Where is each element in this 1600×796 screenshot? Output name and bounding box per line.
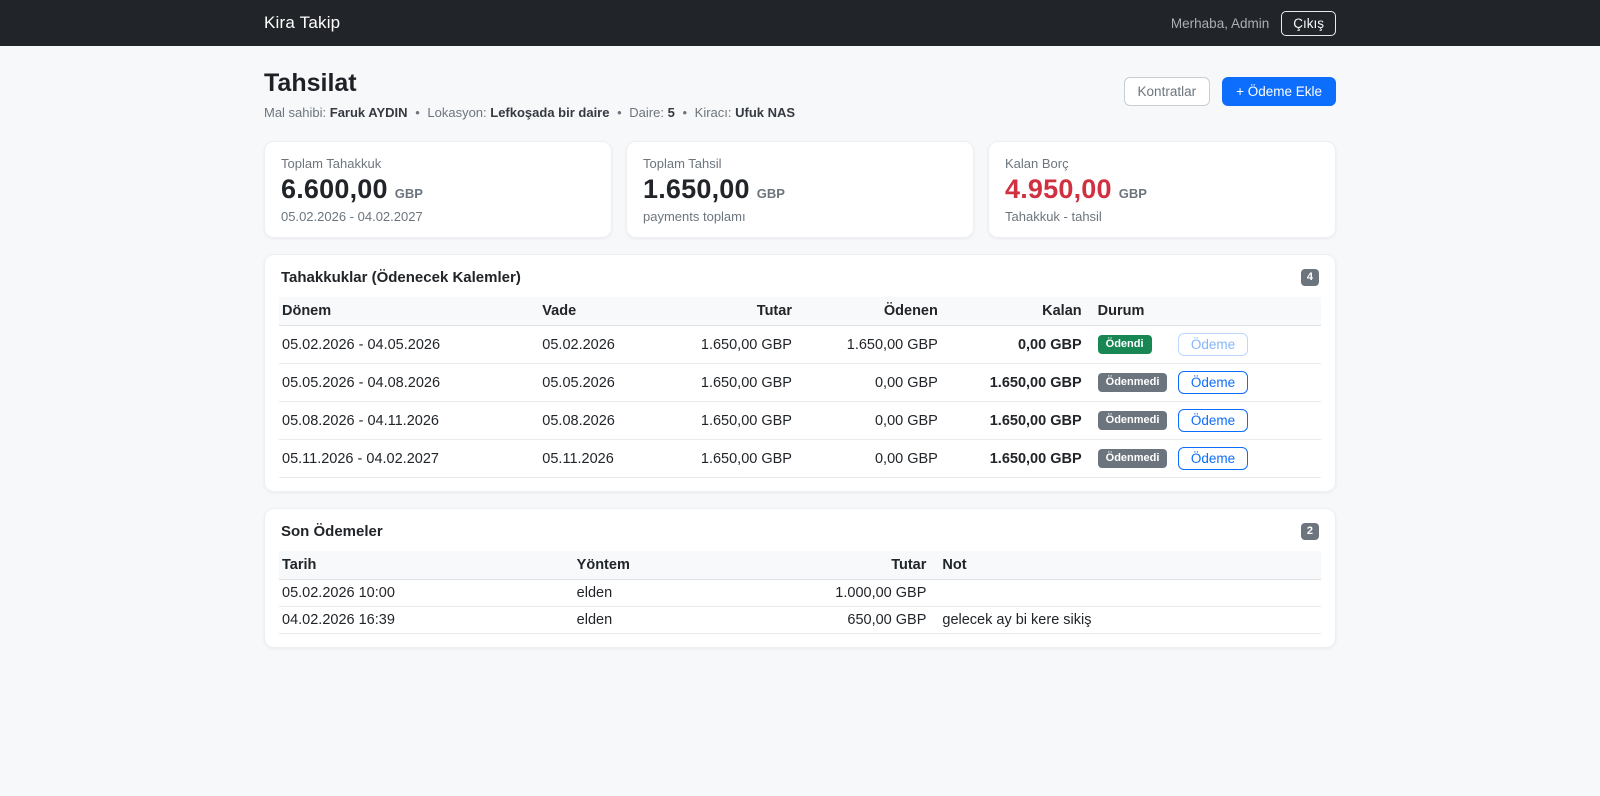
location-label: Lokasyon: [427, 105, 486, 120]
total-collected-amount: 1.650,00 [643, 174, 750, 205]
remaining-debt-sub: Tahakkuk - tahsil [1005, 209, 1319, 224]
remaining-debt-amount: 4.950,00 [1005, 174, 1112, 205]
property-meta: Mal sahibi: Faruk AYDIN • Lokasyon: Lefk… [264, 105, 795, 120]
add-payment-button[interactable]: + Ödeme Ekle [1222, 77, 1336, 106]
status-badge: Ödendi [1098, 335, 1152, 354]
pay-button[interactable]: Ödeme [1178, 409, 1248, 432]
app-brand[interactable]: Kira Takip [264, 13, 340, 33]
period-cell: 05.05.2026 - 04.08.2026 [279, 364, 534, 402]
payment-row: 05.02.2026 10:00 elden 1.000,00 GBP [279, 580, 1321, 607]
due-cell: 05.08.2026 [534, 402, 675, 440]
amount-cell: 650,00 GBP [794, 607, 935, 634]
accruals-title: Tahakkuklar (Ödenecek Kalemler) [281, 269, 521, 286]
note-cell [934, 580, 1321, 607]
accrual-row: 05.11.2026 - 04.02.2027 05.11.2026 1.650… [279, 440, 1321, 478]
location-value: Lefkoşada bir daire [490, 105, 609, 120]
paid-cell: 1.650,00 GBP [800, 326, 946, 364]
col-period: Dönem [279, 297, 534, 326]
payment-row: 04.02.2026 16:39 elden 650,00 GBP gelece… [279, 607, 1321, 634]
period-cell: 05.11.2026 - 04.02.2027 [279, 440, 534, 478]
page-header: Tahsilat Mal sahibi: Faruk AYDIN • Lokas… [264, 69, 1336, 120]
remaining-debt-label: Kalan Borç [1005, 156, 1319, 171]
remaining-cell: 1.650,00 GBP [946, 440, 1090, 478]
note-cell: gelecek ay bi kere sikiş [934, 607, 1321, 634]
total-accrued-card: Toplam Tahakkuk 6.600,00 GBP 05.02.2026 … [264, 141, 612, 238]
top-navbar: Kira Takip Merhaba, Admin Çıkış [0, 0, 1600, 46]
remaining-debt-currency: GBP [1119, 186, 1147, 201]
page-title: Tahsilat [264, 69, 795, 98]
amount-cell: 1.650,00 GBP [675, 364, 800, 402]
payments-title: Son Ödemeler [281, 523, 383, 540]
paid-cell: 0,00 GBP [800, 440, 946, 478]
status-badge: Ödenmedi [1098, 411, 1168, 430]
remaining-cell: 1.650,00 GBP [946, 402, 1090, 440]
amount-cell: 1.650,00 GBP [675, 440, 800, 478]
pay-button[interactable]: Ödeme [1178, 371, 1248, 394]
col-due: Vade [534, 297, 675, 326]
total-collected-card: Toplam Tahsil 1.650,00 GBP payments topl… [626, 141, 974, 238]
remaining-cell: 0,00 GBP [946, 326, 1090, 364]
amount-cell: 1.650,00 GBP [675, 402, 800, 440]
accrual-row: 05.02.2026 - 04.05.2026 05.02.2026 1.650… [279, 326, 1321, 364]
total-accrued-sub: 05.02.2026 - 04.02.2027 [281, 209, 595, 224]
paid-cell: 0,00 GBP [800, 364, 946, 402]
col-method: Yöntem [569, 551, 794, 580]
tenant-label: Kiracı: [695, 105, 732, 120]
meta-separator: • [617, 105, 622, 120]
amount-cell: 1.650,00 GBP [675, 326, 800, 364]
col-paid: Ödenen [800, 297, 946, 326]
due-cell: 05.05.2026 [534, 364, 675, 402]
payments-count-badge: 2 [1301, 523, 1319, 540]
amount-cell: 1.000,00 GBP [794, 580, 935, 607]
status-badge: Ödenmedi [1098, 449, 1168, 468]
summary-cards: Toplam Tahakkuk 6.600,00 GBP 05.02.2026 … [264, 141, 1336, 238]
total-collected-currency: GBP [757, 186, 785, 201]
col-actions [1170, 297, 1321, 326]
col-amount: Tutar [675, 297, 800, 326]
logout-button[interactable]: Çıkış [1281, 11, 1336, 36]
unit-value: 5 [668, 105, 675, 120]
total-collected-label: Toplam Tahsil [643, 156, 957, 171]
tenant-value: Ufuk NAS [735, 105, 795, 120]
total-accrued-amount: 6.600,00 [281, 174, 388, 205]
unit-label: Daire: [629, 105, 664, 120]
payments-card: Son Ödemeler 2 Tarih Yöntem Tutar Not 05… [264, 508, 1336, 648]
method-cell: elden [569, 607, 794, 634]
col-amount: Tutar [794, 551, 935, 580]
remaining-cell: 1.650,00 GBP [946, 364, 1090, 402]
payments-table: Tarih Yöntem Tutar Not 05.02.2026 10:00 … [279, 551, 1321, 634]
remaining-debt-card: Kalan Borç 4.950,00 GBP Tahakkuk - tahsi… [988, 141, 1336, 238]
meta-separator: • [682, 105, 687, 120]
status-badge: Ödenmedi [1098, 373, 1168, 392]
due-cell: 05.02.2026 [534, 326, 675, 364]
col-status: Durum [1090, 297, 1170, 326]
col-date: Tarih [279, 551, 569, 580]
period-cell: 05.02.2026 - 04.05.2026 [279, 326, 534, 364]
accruals-count-badge: 4 [1301, 269, 1319, 286]
pay-button[interactable]: Ödeme [1178, 333, 1248, 356]
period-cell: 05.08.2026 - 04.11.2026 [279, 402, 534, 440]
total-accrued-label: Toplam Tahakkuk [281, 156, 595, 171]
date-cell: 04.02.2026 16:39 [279, 607, 569, 634]
date-cell: 05.02.2026 10:00 [279, 580, 569, 607]
owner-label: Mal sahibi: [264, 105, 326, 120]
col-note: Not [934, 551, 1321, 580]
pay-button[interactable]: Ödeme [1178, 447, 1248, 470]
col-remaining: Kalan [946, 297, 1090, 326]
due-cell: 05.11.2026 [534, 440, 675, 478]
owner-value: Faruk AYDIN [330, 105, 408, 120]
contracts-button[interactable]: Kontratlar [1124, 77, 1211, 106]
accrual-row: 05.08.2026 - 04.11.2026 05.08.2026 1.650… [279, 402, 1321, 440]
accruals-card: Tahakkuklar (Ödenecek Kalemler) 4 Dönem … [264, 254, 1336, 492]
total-accrued-currency: GBP [395, 186, 423, 201]
total-collected-sub: payments toplamı [643, 209, 957, 224]
accruals-table: Dönem Vade Tutar Ödenen Kalan Durum 05.0… [279, 297, 1321, 478]
meta-separator: • [415, 105, 420, 120]
user-greeting: Merhaba, Admin [1171, 16, 1269, 31]
method-cell: elden [569, 580, 794, 607]
paid-cell: 0,00 GBP [800, 402, 946, 440]
accrual-row: 05.05.2026 - 04.08.2026 05.05.2026 1.650… [279, 364, 1321, 402]
